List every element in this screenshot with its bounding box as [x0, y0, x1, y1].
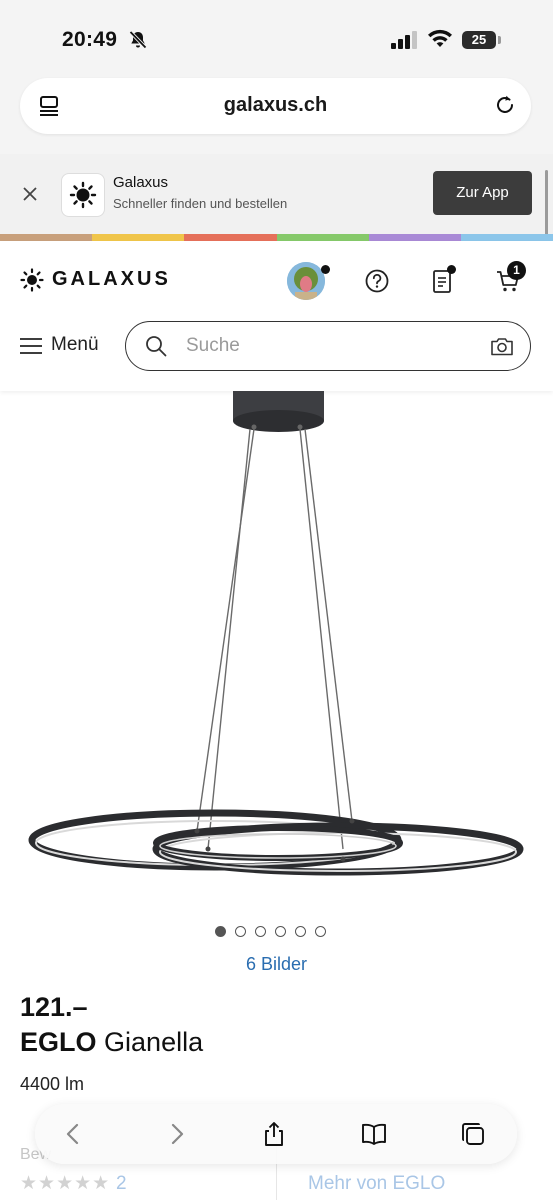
open-app-button[interactable]: Zur App	[433, 171, 532, 215]
product-image[interactable]	[0, 391, 553, 921]
gallery-dot[interactable]	[315, 926, 326, 937]
search-placeholder: Suche	[186, 335, 240, 356]
product-title: EGLO Gianella	[20, 1027, 203, 1058]
share-icon[interactable]	[260, 1120, 288, 1148]
gallery-dot[interactable]	[255, 926, 266, 937]
notification-dot	[321, 265, 330, 274]
strip-segment	[460, 234, 553, 241]
product-price: 121.–	[20, 992, 88, 1022]
product-name: Gianella	[104, 1027, 204, 1057]
images-link[interactable]: 6 Bilder	[0, 954, 553, 975]
gallery-dot[interactable]	[275, 926, 286, 937]
browser-toolbar	[35, 1104, 517, 1164]
cart-count-badge: 1	[507, 261, 526, 280]
wifi-icon	[428, 29, 452, 47]
brand-color-strip	[0, 234, 553, 241]
galaxus-logo-icon	[69, 181, 97, 209]
menu-label: Menü	[51, 334, 99, 355]
search-input[interactable]: Suche	[125, 321, 531, 371]
strip-segment	[368, 234, 461, 241]
galaxus-sun-icon[interactable]	[20, 268, 44, 292]
banner-title: Galaxus	[113, 174, 169, 191]
bookmarks-icon[interactable]	[360, 1120, 388, 1148]
url-bar[interactable]: galaxus.ch	[20, 78, 531, 134]
status-time: 20:49	[62, 28, 118, 51]
avatar-image	[287, 262, 325, 300]
strip-segment	[0, 234, 93, 241]
hamburger-icon	[20, 338, 42, 354]
gallery-dot[interactable]	[295, 926, 306, 937]
camera-search-icon[interactable]	[490, 335, 514, 357]
battery-indicator: 25	[462, 31, 496, 49]
strip-segment	[276, 234, 369, 241]
forward-icon[interactable]	[162, 1120, 190, 1148]
gallery-dot[interactable]	[235, 926, 246, 937]
back-icon[interactable]	[60, 1120, 88, 1148]
rating-count[interactable]: 2	[116, 1173, 127, 1195]
search-icon	[146, 336, 167, 357]
battery-cap	[498, 36, 501, 44]
rating-stars: ★★★★★	[20, 1173, 111, 1194]
orders-notification-dot	[447, 265, 456, 274]
tabs-icon[interactable]	[459, 1120, 487, 1148]
product-brand[interactable]: EGLO	[20, 1027, 97, 1057]
signal-icon	[391, 31, 417, 49]
gallery-dot[interactable]	[215, 926, 226, 937]
product-spec: 4400 lm	[20, 1074, 85, 1094]
url-text[interactable]: galaxus.ch	[20, 94, 531, 117]
banner-subtitle: Schneller finden und bestellen	[113, 196, 288, 211]
avatar[interactable]	[287, 262, 325, 300]
site-logo[interactable]: GALAXUS	[52, 268, 171, 291]
close-icon[interactable]	[20, 184, 40, 204]
bell-muted-icon	[129, 30, 147, 49]
more-from-brand-link[interactable]: Mehr von EGLO	[308, 1173, 445, 1195]
app-logo	[61, 173, 105, 217]
reload-icon[interactable]	[493, 93, 517, 117]
help-icon[interactable]	[364, 268, 390, 294]
strip-segment	[184, 234, 277, 241]
strip-segment	[92, 234, 185, 241]
